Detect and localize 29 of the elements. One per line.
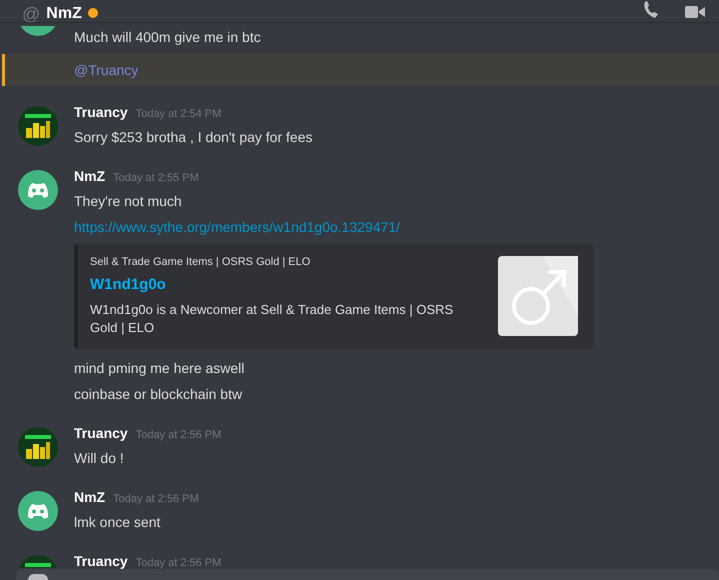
author-name[interactable]: Truancy <box>74 553 128 569</box>
message-text: They're not much <box>74 193 182 209</box>
author-name[interactable]: Truancy <box>74 104 128 120</box>
author-name[interactable]: Truancy <box>74 425 128 441</box>
embed-title[interactable]: W1nd1g0o <box>90 276 482 293</box>
channel-title: NmZ <box>46 6 82 22</box>
timestamp: Today at 2:54 PM <box>136 108 222 120</box>
message-text: Will do ! <box>74 450 124 466</box>
message-text: mind pming me here aswell <box>74 360 244 376</box>
upload-icon[interactable] <box>28 574 48 580</box>
embed-description: W1nd1g0o is a Newcomer at Sell & Trade Game Items | OSRS Gold | ELO <box>90 301 454 337</box>
timestamp: Today at 2:55 PM <box>113 172 199 184</box>
message-text: Much will 400m give me in btc <box>74 29 261 45</box>
embed-provider: Sell & Trade Game Items | OSRS Gold | ELO <box>90 256 312 268</box>
video-icon[interactable] <box>685 4 705 20</box>
timestamp: Today at 2:56 PM <box>136 429 222 441</box>
message-text: coinbase or blockchain btw <box>74 386 242 402</box>
author-name[interactable]: NmZ <box>74 168 106 184</box>
author-name[interactable]: NmZ <box>74 489 106 505</box>
message-text: Sorry $253 brotha , I don't pay for fees <box>74 129 312 145</box>
timestamp: Today at 2:56 PM <box>136 557 222 569</box>
avatar-icon[interactable] <box>18 427 58 467</box>
timestamp: Today at 2:56 PM <box>113 493 199 505</box>
message-input-field[interactable] <box>16 569 719 580</box>
avatar-icon[interactable] <box>18 170 58 210</box>
avatar-icon[interactable] <box>18 106 58 146</box>
avatar-icon[interactable] <box>18 491 58 531</box>
message-text: lmk once sent <box>74 514 160 530</box>
male-symbol-icon <box>498 256 578 336</box>
